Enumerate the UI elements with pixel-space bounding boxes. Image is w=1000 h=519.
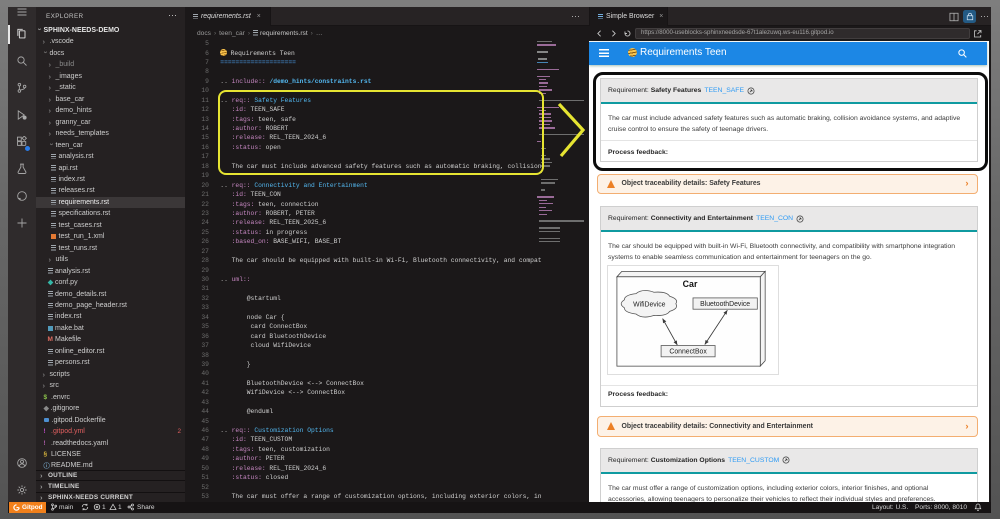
svg-text:WifiDevice: WifiDevice	[633, 302, 666, 309]
svg-text:Car: Car	[682, 279, 697, 289]
svg-text:BluetoothDevice: BluetoothDevice	[700, 301, 750, 308]
svg-text:ConnectBox: ConnectBox	[669, 349, 707, 356]
